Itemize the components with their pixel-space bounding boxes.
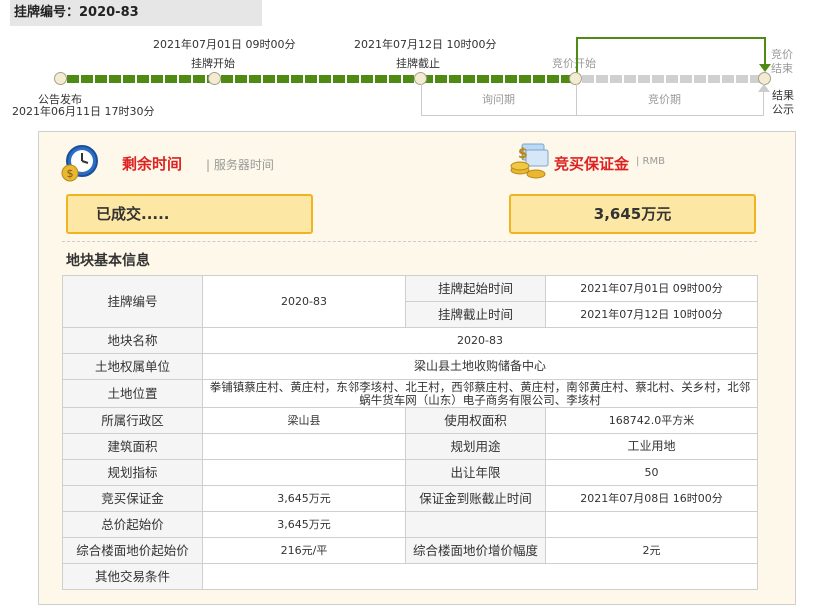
- listing-no-value: 2020-83: [202, 275, 406, 328]
- empty-label-cell: [405, 511, 546, 538]
- remaining-time-box: 已成交.....: [66, 194, 313, 234]
- table-row: 竞买保证金 3,645万元 保证金到账截止时间 2021年07月08日 16时0…: [62, 485, 758, 512]
- transfer-years-label: 出让年限: [405, 459, 546, 486]
- deposit-box: 3,645万元: [509, 194, 756, 234]
- listing-end-label: 挂牌截止: [396, 57, 440, 70]
- remaining-time-value: 已成交.....: [96, 205, 170, 223]
- parcel-name-label: 地块名称: [62, 327, 203, 354]
- table-row: 地块名称 2020-83: [62, 327, 758, 354]
- location-value: 拳铺镇蔡庄村、黄庄村，东邻李垓村、北王村，西邻蔡庄村、黄庄村，南邻黄庄村、蔡北村…: [202, 379, 758, 408]
- bid-start-label: 竞价开始: [552, 57, 596, 70]
- deposit-label: 竞买保证金: [62, 485, 203, 512]
- increment-label: 综合楼面地价增价幅度: [405, 537, 546, 564]
- result-label-2: 公示: [772, 103, 794, 116]
- district-label: 所属行政区: [62, 407, 203, 434]
- planned-use-value: 工业用地: [545, 433, 758, 460]
- table-row: 土地权属单位 梁山县土地收购储备中心: [62, 353, 758, 380]
- listing-end-time: 2021年07月12日 10时00分: [354, 38, 497, 51]
- table-row: 总价起始价 3,645万元: [62, 511, 758, 538]
- owner-value: 梁山县土地收购储备中心: [202, 353, 758, 380]
- remaining-time-title: 剩余时间: [122, 155, 183, 173]
- owner-label: 土地权属单位: [62, 353, 203, 380]
- use-area-value: 168742.0平方米: [545, 407, 758, 434]
- other-conditions-value: [202, 563, 758, 590]
- bidding-bracket-left: [576, 37, 578, 73]
- other-conditions-label: 其他交易条件: [62, 563, 203, 590]
- start-time-label: 挂牌起始时间: [405, 275, 546, 302]
- listing-no-label: 挂牌编号: [62, 275, 203, 328]
- deposit-deadline-label: 保证金到账截止时间: [405, 485, 546, 512]
- planning-index-label: 规划指标: [62, 459, 203, 486]
- listing-start-time: 2021年07月01日 09时00分: [153, 38, 296, 51]
- money-icon: $: [508, 140, 552, 182]
- svg-text:$: $: [67, 167, 74, 180]
- arrow-down-icon: [759, 64, 771, 72]
- pending-segment: [582, 75, 760, 83]
- planning-index-value: [202, 459, 406, 486]
- timeline-node-listing-start: [208, 72, 221, 85]
- progress-segment-1: [67, 75, 214, 83]
- end-time-value: 2021年07月12日 10时00分: [545, 301, 758, 328]
- arrow-up-icon: [758, 84, 770, 92]
- parcel-name-value: 2020-83: [202, 327, 758, 354]
- building-area-label: 建筑面积: [62, 433, 203, 460]
- listing-number-header: 挂牌编号：2020-83: [10, 0, 262, 26]
- table-row: 规划指标 出让年限 50: [62, 459, 758, 486]
- inquiry-period-label: 询问期: [482, 93, 515, 106]
- bid-end-label-2: 结束: [771, 62, 793, 75]
- progress-segment-2: [221, 75, 414, 83]
- floor-price-value: 216元/平: [202, 537, 406, 564]
- divider: [62, 241, 757, 242]
- increment-value: 2元: [545, 537, 758, 564]
- deposit-title: 竞买保证金: [554, 155, 630, 173]
- table-row: 土地位置 拳铺镇蔡庄村、黄庄村，东邻李垓村、北王村，西邻蔡庄村、黄庄村，南邻黄庄…: [62, 379, 758, 408]
- table-row: 其他交易条件: [62, 563, 758, 590]
- start-price-value: 3,645万元: [202, 511, 406, 538]
- svg-text:$: $: [518, 146, 528, 162]
- building-area-value: [202, 433, 406, 460]
- end-time-label: 挂牌截止时间: [405, 301, 546, 328]
- server-time-subtitle: | 服务器时间: [206, 158, 274, 172]
- table-row: 建筑面积 规划用途 工业用地: [62, 433, 758, 460]
- table-row: 综合楼面地价起始价 216元/平 综合楼面地价增价幅度 2元: [62, 537, 758, 564]
- empty-value-cell: [545, 511, 758, 538]
- district-value: 梁山县: [202, 407, 406, 434]
- progress-segment-3: [421, 75, 575, 83]
- listing-start-label: 挂牌开始: [191, 57, 235, 70]
- rmb-subtitle: | RMB: [636, 156, 665, 167]
- use-area-label: 使用权面积: [405, 407, 546, 434]
- parcel-info-table: 挂牌编号 2020-83 挂牌起始时间 2021年07月01日 09时00分 挂…: [62, 275, 758, 590]
- transfer-years-value: 50: [545, 459, 758, 486]
- deposit-deadline-value: 2021年07月08日 16时00分: [545, 485, 758, 512]
- bidding-bracket: [576, 37, 765, 40]
- floor-price-label: 综合楼面地价起始价: [62, 537, 203, 564]
- clock-icon: $: [60, 143, 100, 183]
- bidding-period-label: 竞价期: [648, 93, 681, 106]
- location-label: 土地位置: [62, 379, 203, 408]
- start-time-value: 2021年07月01日 09时00分: [545, 275, 758, 302]
- start-price-label: 总价起始价: [62, 511, 203, 538]
- announce-time: 2021年06月11日 17时30分: [12, 105, 155, 118]
- section-title: 地块基本信息: [66, 253, 150, 269]
- table-row: 挂牌编号 2020-83 挂牌起始时间 2021年07月01日 09时00分: [62, 275, 758, 328]
- table-row: 所属行政区 梁山县 使用权面积 168742.0平方米: [62, 407, 758, 434]
- timeline-node-announce: [54, 72, 67, 85]
- planned-use-label: 规划用途: [405, 433, 546, 460]
- deposit-table-value: 3,645万元: [202, 485, 406, 512]
- bidding-bracket-right: [764, 37, 766, 65]
- deposit-value: 3,645万元: [593, 205, 672, 223]
